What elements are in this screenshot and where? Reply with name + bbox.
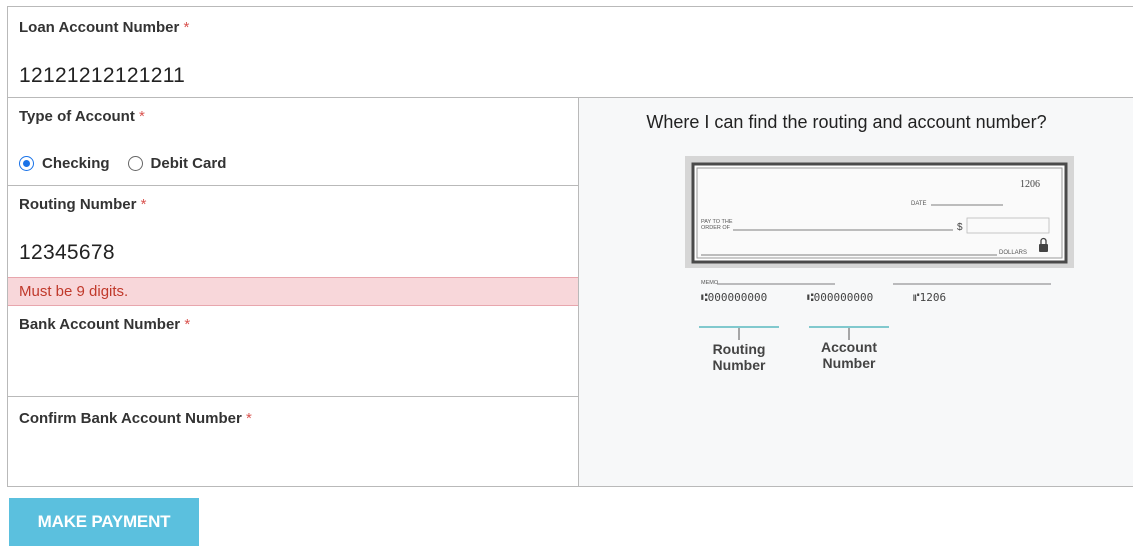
required-mark: * [140, 196, 147, 213]
account-number-caption-line2: Number [823, 355, 876, 371]
help-title: Where I can find the routing and account… [646, 112, 1047, 132]
confirm-bank-account-number-label: Confirm Bank Account Number * [19, 410, 252, 427]
required-mark: * [139, 108, 145, 125]
radio-debit-card-label[interactable]: Debit Card [151, 155, 227, 172]
account-type-field: Type of Account * Checking Debit Card [8, 98, 578, 186]
required-mark: * [183, 19, 190, 36]
radio-debit-card[interactable]: Debit Card [127, 155, 227, 172]
lock-icon [1039, 244, 1048, 252]
radio-checking[interactable]: Checking [19, 155, 110, 172]
account-type-radio-group: Checking Debit Card [19, 155, 244, 172]
make-payment-button[interactable]: MAKE PAYMENT [9, 498, 199, 546]
radio-checking-label[interactable]: Checking [42, 155, 110, 172]
sample-check-image: 1206 DATE PAY TO THE ORDER OF $ DOLLARS … [685, 156, 1074, 328]
radio-selected-icon[interactable] [19, 156, 34, 171]
check-date-label: DATE [911, 201, 927, 207]
check-dollar-sign: $ [957, 222, 963, 233]
confirm-bank-account-number-field[interactable]: Confirm Bank Account Number * [8, 397, 578, 488]
bank-account-number-label: Bank Account Number * [19, 316, 191, 333]
check-callouts: Routing Number Account Number [713, 328, 877, 373]
required-mark: * [184, 316, 191, 333]
help-panel: Where I can find the routing and account… [579, 98, 1133, 486]
check-memo-label: MEMO [701, 280, 719, 286]
loan-account-number-input[interactable]: 12121212121211 [19, 64, 185, 88]
loan-account-number-label: Loan Account Number * [19, 19, 190, 36]
check-micr-account: ⑆000000000 [807, 291, 873, 304]
payment-form: Loan Account Number * 12121212121211 Typ… [7, 6, 1133, 487]
routing-number-caption-line1: Routing [713, 341, 766, 357]
account-type-label: Type of Account * [19, 108, 145, 125]
account-number-caption-line1: Account [821, 339, 877, 355]
radio-unselected-icon[interactable] [127, 156, 143, 171]
routing-number-caption-line2: Number [713, 357, 766, 373]
routing-number-input[interactable]: 12345678 [19, 241, 115, 265]
check-number: 1206 [1020, 179, 1040, 190]
routing-number-error: Must be 9 digits. [8, 277, 578, 306]
routing-number-field[interactable]: Routing Number * 12345678 [8, 186, 578, 277]
bank-account-number-field[interactable]: Bank Account Number * [8, 306, 578, 397]
check-micr-check: ⑈1206 [913, 291, 946, 304]
check-micr-routing: ⑆000000000 [701, 291, 767, 304]
loan-account-number-field[interactable]: Loan Account Number * 12121212121211 [8, 7, 1133, 98]
routing-number-error-text: Must be 9 digits. [19, 283, 129, 300]
required-mark: * [245, 410, 252, 427]
routing-number-label: Routing Number * [19, 196, 147, 213]
check-dollars-label: DOLLARS [999, 250, 1027, 256]
form-left-column: Type of Account * Checking Debit Card Ro… [8, 98, 579, 486]
check-pay-to-line2: ORDER OF [701, 225, 731, 231]
